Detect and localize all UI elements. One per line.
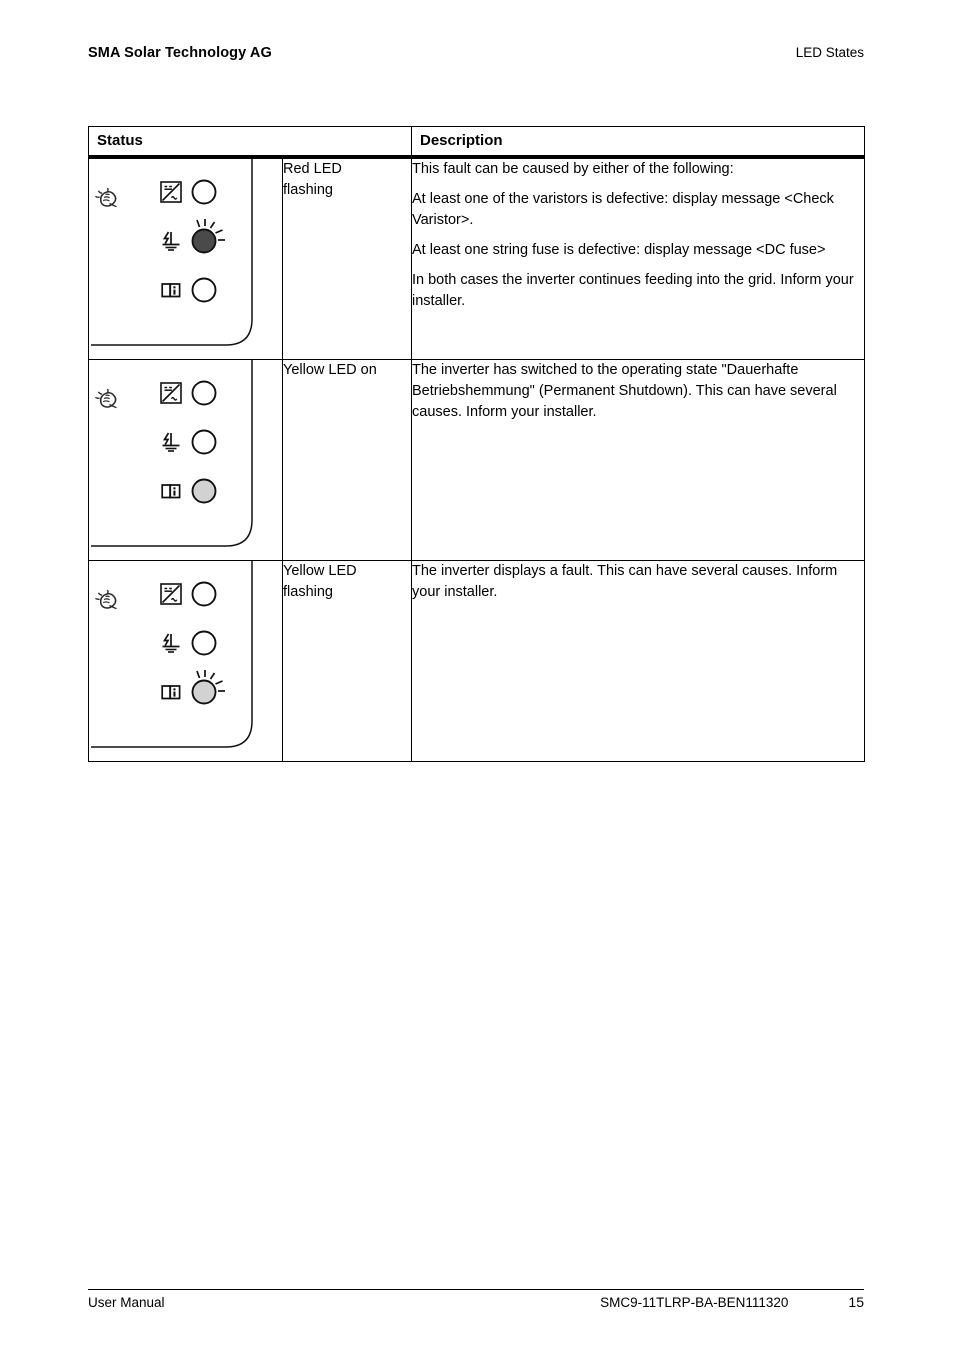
status-led-1 [191, 429, 217, 454]
led-state-label-cell: Red LED flashing [282, 156, 412, 360]
footer-rule [88, 1289, 864, 1290]
page-header: SMA Solar Technology AG LED States [88, 45, 864, 61]
footer-page-number: 15 [848, 1294, 864, 1310]
status-led-0 [191, 380, 217, 405]
description-paragraph: This fault can be caused by either of th… [412, 160, 734, 177]
led-state-label-line: Red LED [283, 160, 342, 177]
led-panel-cell [88, 156, 283, 360]
led-description-cell: The inverter has switched to the operati… [411, 358, 865, 561]
ground-fault-icon [162, 231, 180, 251]
column-header-status: Status [88, 126, 412, 159]
led-state-label-cell: Yellow LED flashing [282, 559, 412, 762]
knocking-hand-icon [94, 589, 117, 609]
led-state-label-line: Yellow LED on [283, 361, 377, 378]
inverter-dc-ac-icon [160, 381, 182, 404]
status-led-1 [191, 630, 217, 655]
inverter-led-panel-1 [91, 359, 253, 547]
description-paragraph: At least one string fuse is defective: d… [412, 241, 826, 258]
led-state-label-line: flashing [283, 583, 333, 600]
table-row: Yellow LED flashing The inverter displays … [88, 559, 865, 762]
description-paragraph: The inverter displays a fault. This can … [412, 562, 838, 600]
inverter-led-panel-2 [91, 560, 253, 748]
status-led-0 [191, 581, 217, 606]
description-paragraph: The inverter has switched to the operati… [412, 361, 837, 420]
table-row: Red LED flashing This fault can be caused … [88, 156, 865, 360]
table-header-row: Status Description [88, 126, 865, 159]
inverter-dc-ac-icon [160, 180, 182, 203]
knocking-hand-icon [94, 388, 117, 408]
status-led-0 [191, 179, 217, 204]
status-led-2 [191, 277, 217, 302]
led-state-label-cell: Yellow LED on [282, 358, 412, 561]
description-paragraph: In both cases the inverter continues fee… [412, 271, 854, 309]
status-led-1 [191, 218, 225, 253]
status-led-2 [191, 478, 217, 503]
led-state-label-line: Yellow LED [283, 562, 357, 579]
knocking-hand-icon [94, 187, 117, 207]
inverter-dc-ac-icon [160, 582, 182, 605]
manual-info-icon [161, 282, 181, 297]
table-body: Red LED flashing This fault can be caused … [88, 156, 865, 762]
led-description-cell: This fault can be caused by either of th… [411, 156, 865, 360]
led-panel-cell [88, 559, 283, 762]
document-page: SMA Solar Technology AG LED States Statu… [0, 0, 954, 1352]
column-header-description: Description [411, 126, 865, 159]
led-states-table: Status Description Red LED flashing This… [88, 126, 865, 762]
ground-fault-icon [162, 432, 180, 452]
led-state-label-line: flashing [283, 181, 333, 198]
led-description-cell: The inverter displays a fault. This can … [411, 559, 865, 762]
header-section-title: LED States [795, 45, 864, 60]
led-panel-cell [88, 358, 283, 561]
footer-document-code: SMC9-11TLRP-BA-BEN111320 [600, 1295, 789, 1310]
ground-fault-icon [162, 633, 180, 653]
footer-document-type: User Manual [88, 1295, 165, 1310]
header-company-name: SMA Solar Technology AG [88, 45, 272, 61]
manual-info-icon [161, 684, 181, 699]
description-paragraph: At least one of the varistors is defecti… [412, 190, 834, 228]
inverter-led-panel-0 [91, 158, 253, 346]
manual-info-icon [161, 483, 181, 498]
status-led-2 [191, 669, 225, 704]
table-row: Yellow LED on The inverter has switched t… [88, 358, 865, 561]
page-footer: User Manual SMC9-11TLRP-BA-BEN111320 15 [88, 1294, 864, 1310]
